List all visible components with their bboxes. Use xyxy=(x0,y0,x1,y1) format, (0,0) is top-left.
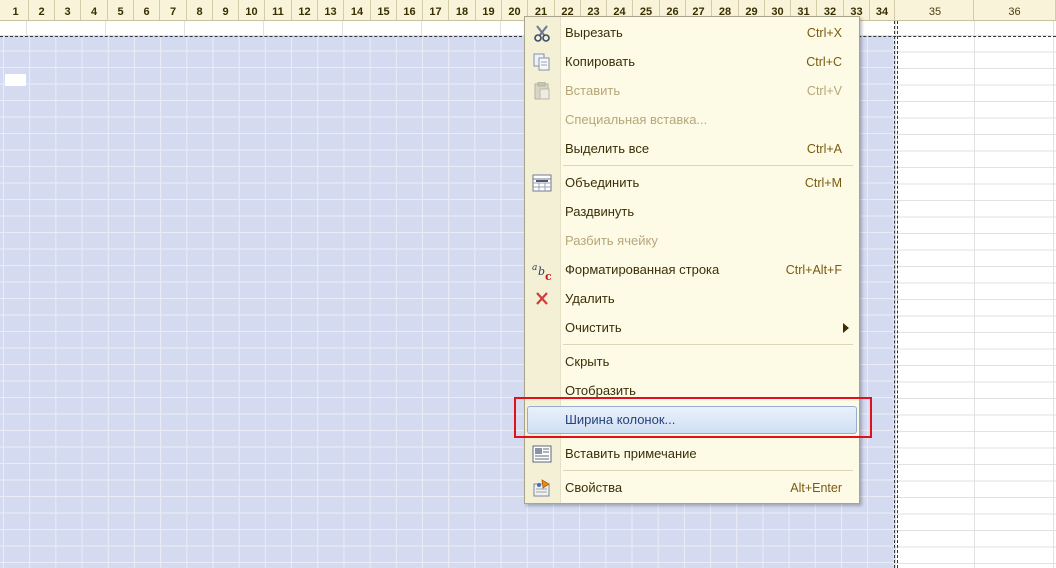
column-header[interactable]: 13 xyxy=(318,0,344,20)
column-header[interactable]: 36 xyxy=(974,0,1056,20)
menu-separator xyxy=(563,165,853,166)
menu-item-label: Вырезать xyxy=(565,25,623,40)
menu-item-shortcut: Ctrl+M xyxy=(804,176,842,190)
merge-cells-icon xyxy=(532,174,552,192)
column-header[interactable]: 7 xyxy=(160,0,187,20)
menu-item-label: Специальная вставка... xyxy=(565,112,708,127)
column-header[interactable]: 5 xyxy=(108,0,134,20)
insert-note-icon xyxy=(532,445,552,463)
menu-item-label: Вставить xyxy=(565,83,621,98)
menu-item-shortcut: Ctrl+Alt+F xyxy=(785,263,842,277)
column-header[interactable]: 9 xyxy=(213,0,239,20)
page-break-line xyxy=(894,21,895,568)
column-header[interactable]: 6 xyxy=(134,0,160,20)
column-header[interactable]: 15 xyxy=(371,0,397,20)
menu-separator xyxy=(563,470,853,471)
menu-item-label: Форматированная строка xyxy=(565,262,720,277)
menu-item-shortcut: Ctrl+A xyxy=(806,142,842,156)
column-header[interactable]: 17 xyxy=(423,0,449,20)
annotation-highlight-box xyxy=(514,397,872,438)
column-header[interactable]: 10 xyxy=(239,0,265,20)
menu-item-shortcut: Ctrl+V xyxy=(806,84,842,98)
svg-text:a: a xyxy=(532,263,537,273)
menu-item-paste: Вставить Ctrl+V xyxy=(525,77,859,105)
column-header[interactable]: 4 xyxy=(81,0,108,20)
active-cell[interactable] xyxy=(5,74,26,86)
svg-text:b: b xyxy=(538,265,545,278)
column-header[interactable]: 12 xyxy=(292,0,318,20)
menu-item-clear[interactable]: Очистить xyxy=(525,314,859,342)
column-header[interactable]: 34 xyxy=(870,0,895,20)
menu-item-label: Очистить xyxy=(565,320,622,335)
menu-item-label: Раздвинуть xyxy=(565,204,635,219)
menu-item-formatted-string[interactable]: a b c Форматированная строка Ctrl+Alt+F xyxy=(525,256,859,284)
menu-item-merge[interactable]: Объединить Ctrl+M xyxy=(525,169,859,197)
menu-item-label: Объединить xyxy=(565,175,640,190)
menu-item-shortcut: Ctrl+X xyxy=(806,26,842,40)
menu-item-label: Удалить xyxy=(565,291,615,306)
submenu-arrow-icon xyxy=(843,323,849,333)
column-header[interactable]: 19 xyxy=(476,0,502,20)
menu-item-shortcut: Alt+Enter xyxy=(790,481,842,495)
column-header[interactable]: 2 xyxy=(29,0,55,20)
copy-icon xyxy=(532,53,552,71)
menu-item-label: Копировать xyxy=(565,54,635,69)
scissors-icon xyxy=(532,24,552,42)
delete-x-icon xyxy=(532,290,552,308)
menu-item-label: Выделить все xyxy=(565,141,650,156)
menu-item-label: Скрыть xyxy=(565,354,610,369)
paste-icon xyxy=(532,81,552,100)
menu-item-shortcut: Ctrl+C xyxy=(806,55,842,69)
svg-text:c: c xyxy=(545,270,552,281)
column-header[interactable]: 18 xyxy=(449,0,476,20)
column-header[interactable]: 1 xyxy=(3,0,29,20)
column-header[interactable]: 16 xyxy=(397,0,423,20)
menu-item-delete[interactable]: Удалить xyxy=(525,285,859,313)
column-header[interactable]: 8 xyxy=(187,0,213,20)
formatted-string-icon: a b c xyxy=(532,261,552,283)
menu-separator xyxy=(563,344,853,345)
menu-item-select-all[interactable]: Выделить все Ctrl+A xyxy=(525,135,859,163)
menu-item-properties[interactable]: Свойства Alt+Enter xyxy=(525,474,859,502)
column-header[interactable]: 11 xyxy=(265,0,292,20)
menu-item-label: Свойства xyxy=(565,480,623,495)
properties-icon xyxy=(532,479,552,497)
menu-item-paste-special: Специальная вставка... xyxy=(525,106,859,134)
column-header[interactable]: 14 xyxy=(344,0,371,20)
column-header[interactable]: 3 xyxy=(55,0,81,20)
menu-item-label: Вставить примечание xyxy=(565,446,697,461)
menu-item-insert-note[interactable]: Вставить примечание xyxy=(525,440,859,468)
menu-item-hide[interactable]: Скрыть xyxy=(525,348,859,376)
page-break-line xyxy=(897,21,898,568)
menu-item-label: Разбить ячейку xyxy=(565,233,658,248)
menu-item-cut[interactable]: Вырезать Ctrl+X xyxy=(525,19,859,47)
menu-item-split-cell: Разбить ячейку xyxy=(525,227,859,255)
menu-item-copy[interactable]: Копировать Ctrl+C xyxy=(525,48,859,76)
column-header[interactable]: 35 xyxy=(897,0,974,20)
menu-item-label: Отобразить xyxy=(565,383,636,398)
menu-item-unmerge[interactable]: Раздвинуть xyxy=(525,198,859,226)
spreadsheet-app: 1 2 3 4 5 6 7 8 9 10 11 12 13 14 15 16 1… xyxy=(0,0,1056,568)
